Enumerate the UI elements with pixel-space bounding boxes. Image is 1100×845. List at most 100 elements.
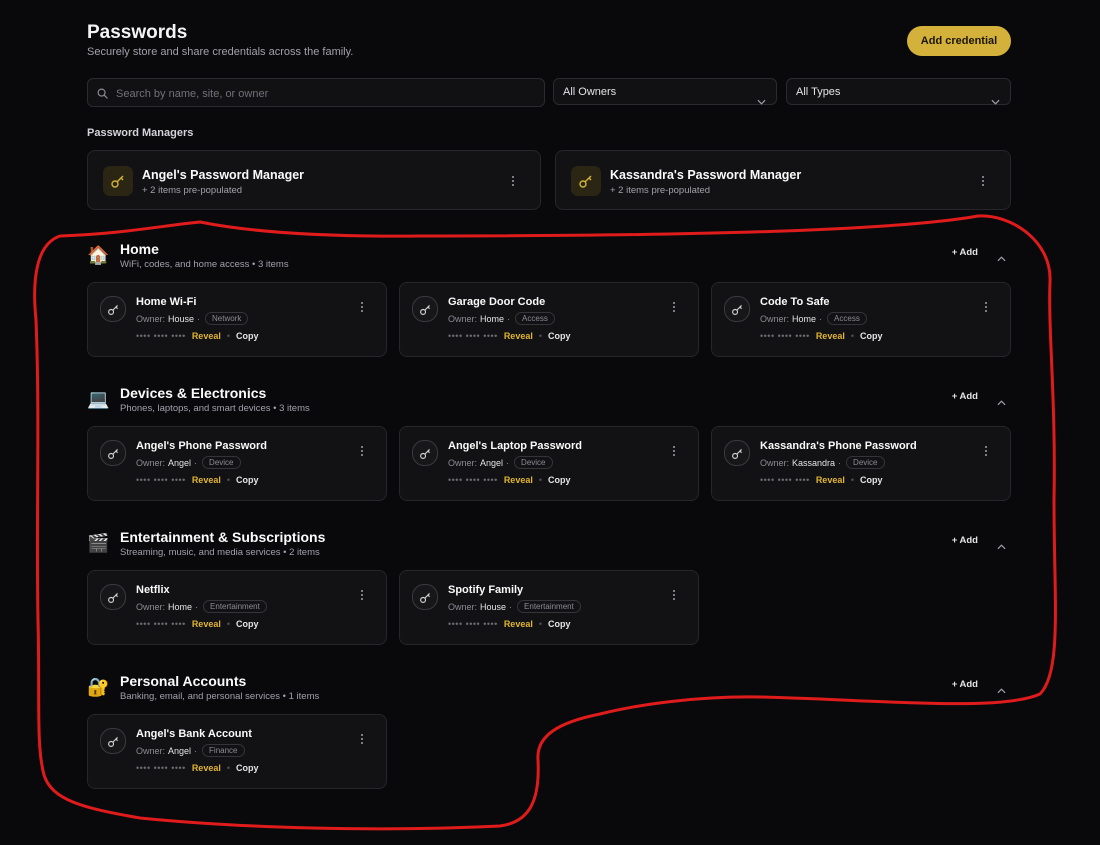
password-manager-subtitle: + 2 items pre-populated xyxy=(142,185,243,196)
chevron-up-icon[interactable] xyxy=(997,681,1006,699)
page-header: Passwords Securely store and share crede… xyxy=(87,22,1011,62)
action-separator: • xyxy=(538,331,542,341)
reveal-button[interactable]: Reveal xyxy=(504,619,533,629)
more-options-icon[interactable] xyxy=(355,300,369,314)
owner-name: Kassandra xyxy=(792,457,836,468)
category-title: Home xyxy=(120,241,159,257)
copy-button[interactable]: Copy xyxy=(860,475,883,485)
credential-card[interactable]: Spotify Family Owner: House · Entertainm… xyxy=(399,570,699,645)
more-options-icon[interactable] xyxy=(667,444,681,458)
password-row: •••• •••• •••• Reveal • Copy xyxy=(448,619,571,629)
action-separator: • xyxy=(226,763,230,773)
type-tag: Entertainment xyxy=(203,600,267,613)
credential-card[interactable]: Kassandra's Phone Password Owner: Kassan… xyxy=(711,426,1011,501)
owner-separator: · xyxy=(197,313,201,324)
owner-separator: · xyxy=(195,601,199,612)
password-manager-card[interactable]: Angel's Password Manager + 2 items pre-p… xyxy=(87,150,541,210)
credential-card[interactable]: Netflix Owner: Home · Entertainment ••••… xyxy=(87,570,387,645)
credential-card[interactable]: Home Wi-Fi Owner: House · Network •••• •… xyxy=(87,282,387,357)
category-add-button[interactable]: + Add xyxy=(952,391,978,402)
key-icon xyxy=(724,296,750,322)
reveal-button[interactable]: Reveal xyxy=(192,763,221,773)
reveal-button[interactable]: Reveal xyxy=(192,619,221,629)
key-icon xyxy=(100,728,126,754)
key-icon xyxy=(412,440,438,466)
chevron-down-icon xyxy=(991,89,1000,116)
credential-name: Angel's Laptop Password xyxy=(448,440,583,452)
owner-separator: · xyxy=(194,457,198,468)
reveal-button[interactable]: Reveal xyxy=(816,475,845,485)
owner-name: Home xyxy=(792,313,817,324)
category-subtitle: Phones, laptops, and smart devices • 3 i… xyxy=(120,403,310,414)
owner-label: Owner: xyxy=(136,745,166,756)
reveal-button[interactable]: Reveal xyxy=(192,475,221,485)
credential-card[interactable]: Angel's Phone Password Owner: Angel · De… xyxy=(87,426,387,501)
owner-filter-select[interactable]: All Owners xyxy=(553,78,777,105)
credential-card[interactable]: Code To Safe Owner: Home · Access •••• •… xyxy=(711,282,1011,357)
credential-card[interactable]: Garage Door Code Owner: Home · Access ••… xyxy=(399,282,699,357)
reveal-button[interactable]: Reveal xyxy=(192,331,221,341)
more-options-icon[interactable] xyxy=(979,300,993,314)
more-options-icon[interactable] xyxy=(667,300,681,314)
action-separator: • xyxy=(226,331,230,341)
category-title: Devices & Electronics xyxy=(120,385,267,401)
key-icon xyxy=(724,440,750,466)
copy-button[interactable]: Copy xyxy=(548,619,571,629)
masked-password: •••• •••• •••• xyxy=(136,619,186,629)
owner-name: Angel xyxy=(168,457,192,468)
owner-label: Owner: xyxy=(136,601,166,612)
owner-separator: · xyxy=(819,313,823,324)
more-options-icon[interactable] xyxy=(976,174,990,188)
copy-button[interactable]: Copy xyxy=(548,475,571,485)
search-input[interactable] xyxy=(114,79,538,108)
owner-separator: · xyxy=(194,745,198,756)
credential-name: Home Wi-Fi xyxy=(136,296,197,308)
type-filter-select[interactable]: All Types xyxy=(786,78,1011,105)
chevron-up-icon[interactable] xyxy=(997,249,1006,267)
reveal-button[interactable]: Reveal xyxy=(504,331,533,341)
credential-owner-row: Owner: Home · Access xyxy=(760,312,867,325)
category-add-button[interactable]: + Add xyxy=(952,247,978,258)
copy-button[interactable]: Copy xyxy=(548,331,571,341)
more-options-icon[interactable] xyxy=(667,588,681,602)
key-icon xyxy=(412,584,438,610)
password-managers-heading: Password Managers xyxy=(87,127,194,139)
owner-label: Owner: xyxy=(136,313,166,324)
credential-card[interactable]: Angel's Laptop Password Owner: Angel · D… xyxy=(399,426,699,501)
category-add-button[interactable]: + Add xyxy=(952,679,978,690)
more-options-icon[interactable] xyxy=(506,174,520,188)
copy-button[interactable]: Copy xyxy=(236,475,259,485)
copy-button[interactable]: Copy xyxy=(860,331,883,341)
copy-button[interactable]: Copy xyxy=(236,331,259,341)
copy-button[interactable]: Copy xyxy=(236,619,259,629)
action-separator: • xyxy=(226,475,230,485)
credential-owner-row: Owner: Home · Entertainment xyxy=(136,600,267,613)
password-manager-card[interactable]: Kassandra's Password Manager + 2 items p… xyxy=(555,150,1011,210)
type-tag: Network xyxy=(205,312,249,325)
category-subtitle: Streaming, music, and media services • 2… xyxy=(120,547,320,558)
more-options-icon[interactable] xyxy=(355,588,369,602)
category-add-button[interactable]: + Add xyxy=(952,535,978,546)
reveal-button[interactable]: Reveal xyxy=(504,475,533,485)
key-icon xyxy=(100,440,126,466)
credential-owner-row: Owner: Angel · Device xyxy=(136,456,241,469)
more-options-icon[interactable] xyxy=(355,444,369,458)
chevron-up-icon[interactable] xyxy=(997,393,1006,411)
category-emoji-icon: 💻 xyxy=(87,389,110,409)
copy-button[interactable]: Copy xyxy=(236,763,259,773)
owner-label: Owner: xyxy=(136,457,166,468)
owner-label: Owner: xyxy=(760,313,790,324)
masked-password: •••• •••• •••• xyxy=(136,331,186,341)
credential-name: Garage Door Code xyxy=(448,296,546,308)
credential-card[interactable]: Angel's Bank Account Owner: Angel · Fina… xyxy=(87,714,387,789)
search-box[interactable] xyxy=(87,78,545,108)
reveal-button[interactable]: Reveal xyxy=(816,331,845,341)
type-filter-value: All Types xyxy=(796,86,841,98)
chevron-up-icon[interactable] xyxy=(997,537,1006,555)
more-options-icon[interactable] xyxy=(979,444,993,458)
chevron-down-icon xyxy=(757,89,766,116)
owner-label: Owner: xyxy=(448,313,478,324)
credential-owner-row: Owner: House · Entertainment xyxy=(448,600,581,613)
add-credential-button[interactable]: Add credential xyxy=(907,26,1011,56)
more-options-icon[interactable] xyxy=(355,732,369,746)
